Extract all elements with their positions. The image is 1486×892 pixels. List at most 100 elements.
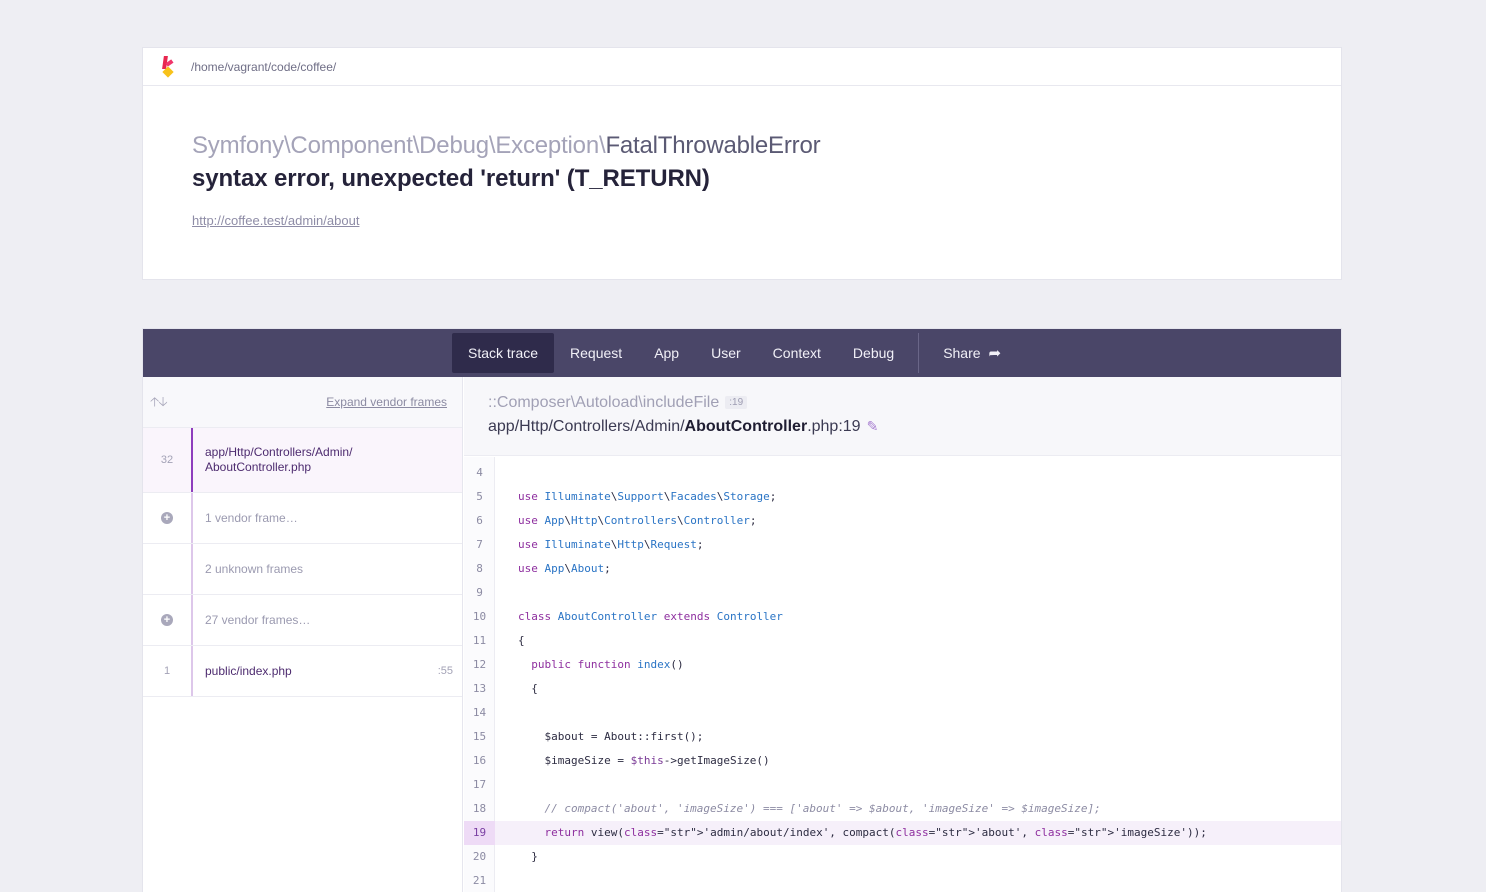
frame-path: app/Http/Controllers/Admin/ xyxy=(205,445,353,459)
frame-number: 1 xyxy=(163,665,171,677)
code-line: 11 { xyxy=(464,629,1341,653)
code-line: 15 $about = About::first(); xyxy=(464,725,1341,749)
expand-plus-icon: + xyxy=(161,512,173,524)
main-panel: Stack trace Request App User Context Deb… xyxy=(142,328,1342,892)
code-viewer: ::Composer\Autoload\includeFile :19 app/H… xyxy=(464,377,1341,892)
frame-label: 2 unknown frames xyxy=(205,561,304,576)
tab-nav: Stack trace Request App User Context Deb… xyxy=(143,329,1341,377)
code-line: 8 use App\About; xyxy=(464,557,1341,581)
stack-frame[interactable]: 32 app/Http/Controllers/Admin/ AboutCont… xyxy=(143,428,462,493)
code-line: 18 // compact('about', 'imageSize') === … xyxy=(464,797,1341,821)
line-number: 18 xyxy=(472,802,487,815)
stack-frame[interactable]: 1 public/index.php :55 xyxy=(143,646,462,697)
nav-divider xyxy=(918,333,920,373)
line-number: 19 xyxy=(464,821,495,845)
frame-number: 32 xyxy=(160,454,174,466)
exception-class: Symfony\Component\Debug\Exception\FatalT… xyxy=(192,132,821,160)
project-path: /home/vagrant/code/coffee/ xyxy=(191,59,337,74)
frame-label: app/Http/Controllers/Admin/ AboutControl… xyxy=(205,428,450,492)
code-line: 16 $imageSize = $this->getImageSize() xyxy=(464,749,1341,773)
tab-context[interactable]: Context xyxy=(757,333,837,373)
code-text: use Illuminate\Support\Facades\Storage; xyxy=(518,490,777,503)
code-line: 9 xyxy=(464,581,1341,605)
frame-class-name: ::Composer\Autoload\includeFile xyxy=(488,394,720,411)
vendor-frames-toggle[interactable]: + 1 vendor frame… xyxy=(143,493,462,544)
code-text: $about = About::first(); xyxy=(518,730,704,743)
frame-label: 27 vendor frames… xyxy=(205,612,311,627)
expand-plus-icon: + xyxy=(161,614,173,626)
code-text: $imageSize = $this->getImageSize() xyxy=(518,754,770,767)
code-text: } xyxy=(518,850,538,863)
file-name: AboutController xyxy=(684,418,808,435)
code-text: use App\About; xyxy=(518,562,611,575)
frame-label: 1 vendor frame… xyxy=(205,510,298,525)
line-number: 16 xyxy=(472,754,487,767)
file-prefix: app/Http/Controllers/Admin/ xyxy=(488,418,685,435)
line-number: 21 xyxy=(472,874,487,887)
line-number: 9 xyxy=(476,586,483,599)
code-line: 4 xyxy=(464,461,1341,485)
unknown-frames: 2 unknown frames xyxy=(143,544,462,595)
line-number: 17 xyxy=(472,778,487,791)
line-number: 15 xyxy=(472,730,487,743)
frame-class: ::Composer\Autoload\includeFile :19 xyxy=(488,394,748,412)
line-number: 14 xyxy=(472,706,487,719)
code-header: ::Composer\Autoload\includeFile :19 app/H… xyxy=(464,377,1341,456)
line-number: 10 xyxy=(472,610,487,623)
exception-namespace: Symfony\Component\Debug\Exception\ xyxy=(192,132,606,159)
code-text: return view(class="str">'admin/about/ind… xyxy=(544,826,1207,839)
ignition-logo-icon xyxy=(161,55,175,78)
line-number: 6 xyxy=(476,514,483,527)
frame-file-path: app/Http/Controllers/Admin/AboutControll… xyxy=(488,418,878,436)
frame-indicator xyxy=(191,428,193,492)
code-line: 6 use App\Http\Controllers\Controller; xyxy=(464,509,1341,533)
frame-label: public/index.php xyxy=(205,663,292,678)
frame-line-number: :55 xyxy=(437,665,453,677)
expand-vendor-frames-link[interactable]: Expand vendor frames xyxy=(326,395,447,409)
line-number: 20 xyxy=(472,850,487,863)
frame-file: AboutController.php xyxy=(205,460,312,474)
frame-indicator xyxy=(191,595,193,645)
frame-class-line: :19 xyxy=(725,396,748,410)
code-line: 12 public function index() xyxy=(464,653,1341,677)
line-number: 7 xyxy=(476,538,483,551)
share-label: Share xyxy=(943,345,981,361)
code-line: 19 return view(class="str">'admin/about/… xyxy=(464,821,1341,845)
code-line: 13 { xyxy=(464,677,1341,701)
code-text: public function index() xyxy=(531,658,684,671)
code-line: 5 use Illuminate\Support\Facades\Storage; xyxy=(464,485,1341,509)
code-text: { xyxy=(518,682,538,695)
code-text: use App\Http\Controllers\Controller; xyxy=(518,514,757,527)
code-line: 14 xyxy=(464,701,1341,725)
code-text: use Illuminate\Http\Request; xyxy=(518,538,704,551)
code-text: // compact('about', 'imageSize') === ['a… xyxy=(518,802,1101,815)
tab-app[interactable]: App xyxy=(638,333,695,373)
request-url-link[interactable]: http://coffee.test/admin/about xyxy=(192,213,359,228)
code-line: 17 xyxy=(464,773,1341,797)
frame-indicator xyxy=(191,646,193,696)
code-line: 21 xyxy=(464,869,1341,892)
tab-user[interactable]: User xyxy=(695,333,757,373)
edit-pencil-icon[interactable]: ✎ xyxy=(867,418,879,434)
stack-header: 🡡🡣 Expand vendor frames xyxy=(143,377,462,428)
code-line: 7 use Illuminate\Http\Request; xyxy=(464,533,1341,557)
frame-indicator xyxy=(191,544,193,594)
tab-debug[interactable]: Debug xyxy=(837,333,910,373)
vendor-frames-toggle[interactable]: + 27 vendor frames… xyxy=(143,595,462,646)
share-button[interactable]: Share ➦ xyxy=(927,333,1017,373)
line-number: 12 xyxy=(472,658,487,671)
share-arrow-icon: ➦ xyxy=(988,345,1002,362)
line-number: 5 xyxy=(476,490,483,503)
exception-short-name: FatalThrowableError xyxy=(605,132,821,159)
code-line: 20 } xyxy=(464,845,1341,869)
code-snippet: 4 5 use Illuminate\Support\Facades\Storage… xyxy=(464,457,1341,892)
exception-message: syntax error, unexpected 'return' (T_RET… xyxy=(192,165,710,192)
line-number: 13 xyxy=(472,682,487,695)
sort-arrows-icon[interactable]: 🡡🡣 xyxy=(150,393,168,415)
exception-header: /home/vagrant/code/coffee/ Symfony\Compo… xyxy=(142,47,1342,280)
stack-frames-list: 🡡🡣 Expand vendor frames 32 app/Http/Cont… xyxy=(143,377,463,892)
tab-stack-trace[interactable]: Stack trace xyxy=(452,333,555,373)
tab-request[interactable]: Request xyxy=(554,333,638,373)
frame-indicator xyxy=(191,493,193,543)
code-text: class AboutController extends Controller xyxy=(518,610,783,623)
